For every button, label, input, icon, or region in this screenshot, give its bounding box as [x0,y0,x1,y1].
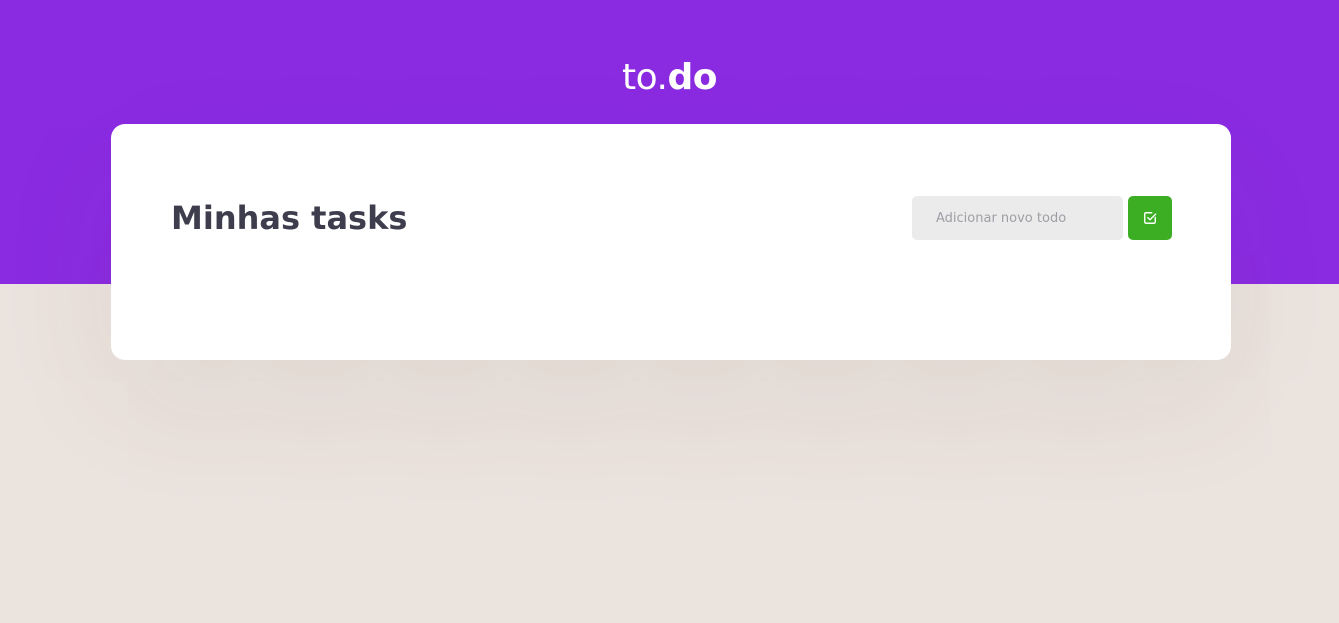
logo-text-bold: do [667,57,717,98]
page-title: Minhas tasks [171,199,408,237]
app-logo: to.do [0,58,1339,98]
add-todo-button[interactable] [1128,196,1172,240]
check-square-icon [1143,211,1157,225]
new-todo-form [912,196,1172,240]
tasks-card: Minhas tasks [111,124,1231,360]
new-todo-input[interactable] [912,196,1123,240]
logo-text-light: to. [622,57,668,98]
